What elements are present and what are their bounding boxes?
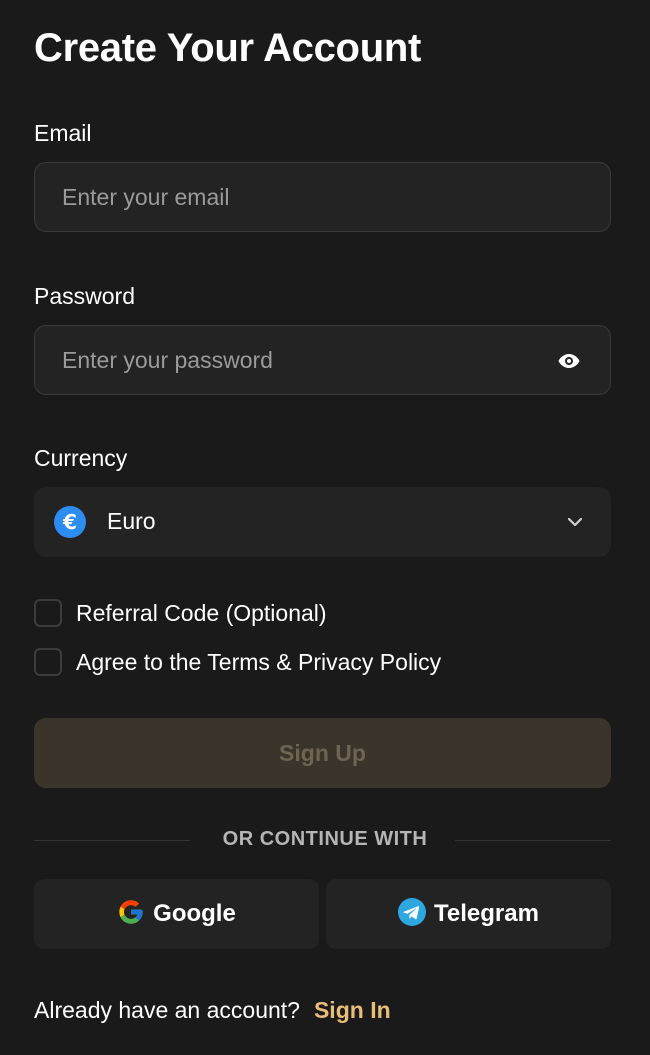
referral-code-label: Referral Code (Optional) xyxy=(76,599,327,626)
currency-label: Currency xyxy=(34,445,128,471)
chevron-down-icon xyxy=(565,512,585,532)
sign-in-prompt-text: Already have an account? xyxy=(34,997,300,1023)
password-field-container xyxy=(34,325,611,395)
google-label: Google xyxy=(153,900,236,927)
currency-selected-value: Euro xyxy=(107,508,156,534)
sign-up-button[interactable]: Sign Up xyxy=(34,718,611,788)
euro-icon: € xyxy=(54,506,86,538)
referral-code-checkbox[interactable] xyxy=(34,599,62,627)
signup-page: Create Your Account Email Password Curre… xyxy=(0,0,650,1055)
email-input[interactable] xyxy=(35,163,610,231)
eye-icon[interactable] xyxy=(556,348,582,374)
google-icon xyxy=(117,898,145,931)
email-label: Email xyxy=(34,120,92,146)
currency-select[interactable]: € Euro xyxy=(34,487,611,557)
terms-option[interactable]: Agree to the Terms & Privacy Policy xyxy=(34,647,441,677)
referral-code-option[interactable]: Referral Code (Optional) xyxy=(34,598,327,628)
divider-line-right xyxy=(455,840,611,841)
terms-label: Agree to the Terms & Privacy Policy xyxy=(76,648,442,675)
sign-in-prompt: Already have an account? Sign In xyxy=(34,997,391,1024)
google-button[interactable]: Google xyxy=(34,879,319,949)
telegram-icon xyxy=(398,897,427,931)
telegram-button[interactable]: Telegram xyxy=(326,879,611,949)
email-field-container xyxy=(34,162,611,232)
telegram-label: Telegram xyxy=(434,900,539,927)
password-label: Password xyxy=(34,283,135,309)
sign-in-link[interactable]: Sign In xyxy=(314,997,391,1024)
terms-checkbox[interactable] xyxy=(34,648,62,676)
page-title: Create Your Account xyxy=(34,26,421,70)
password-input[interactable] xyxy=(35,326,610,394)
